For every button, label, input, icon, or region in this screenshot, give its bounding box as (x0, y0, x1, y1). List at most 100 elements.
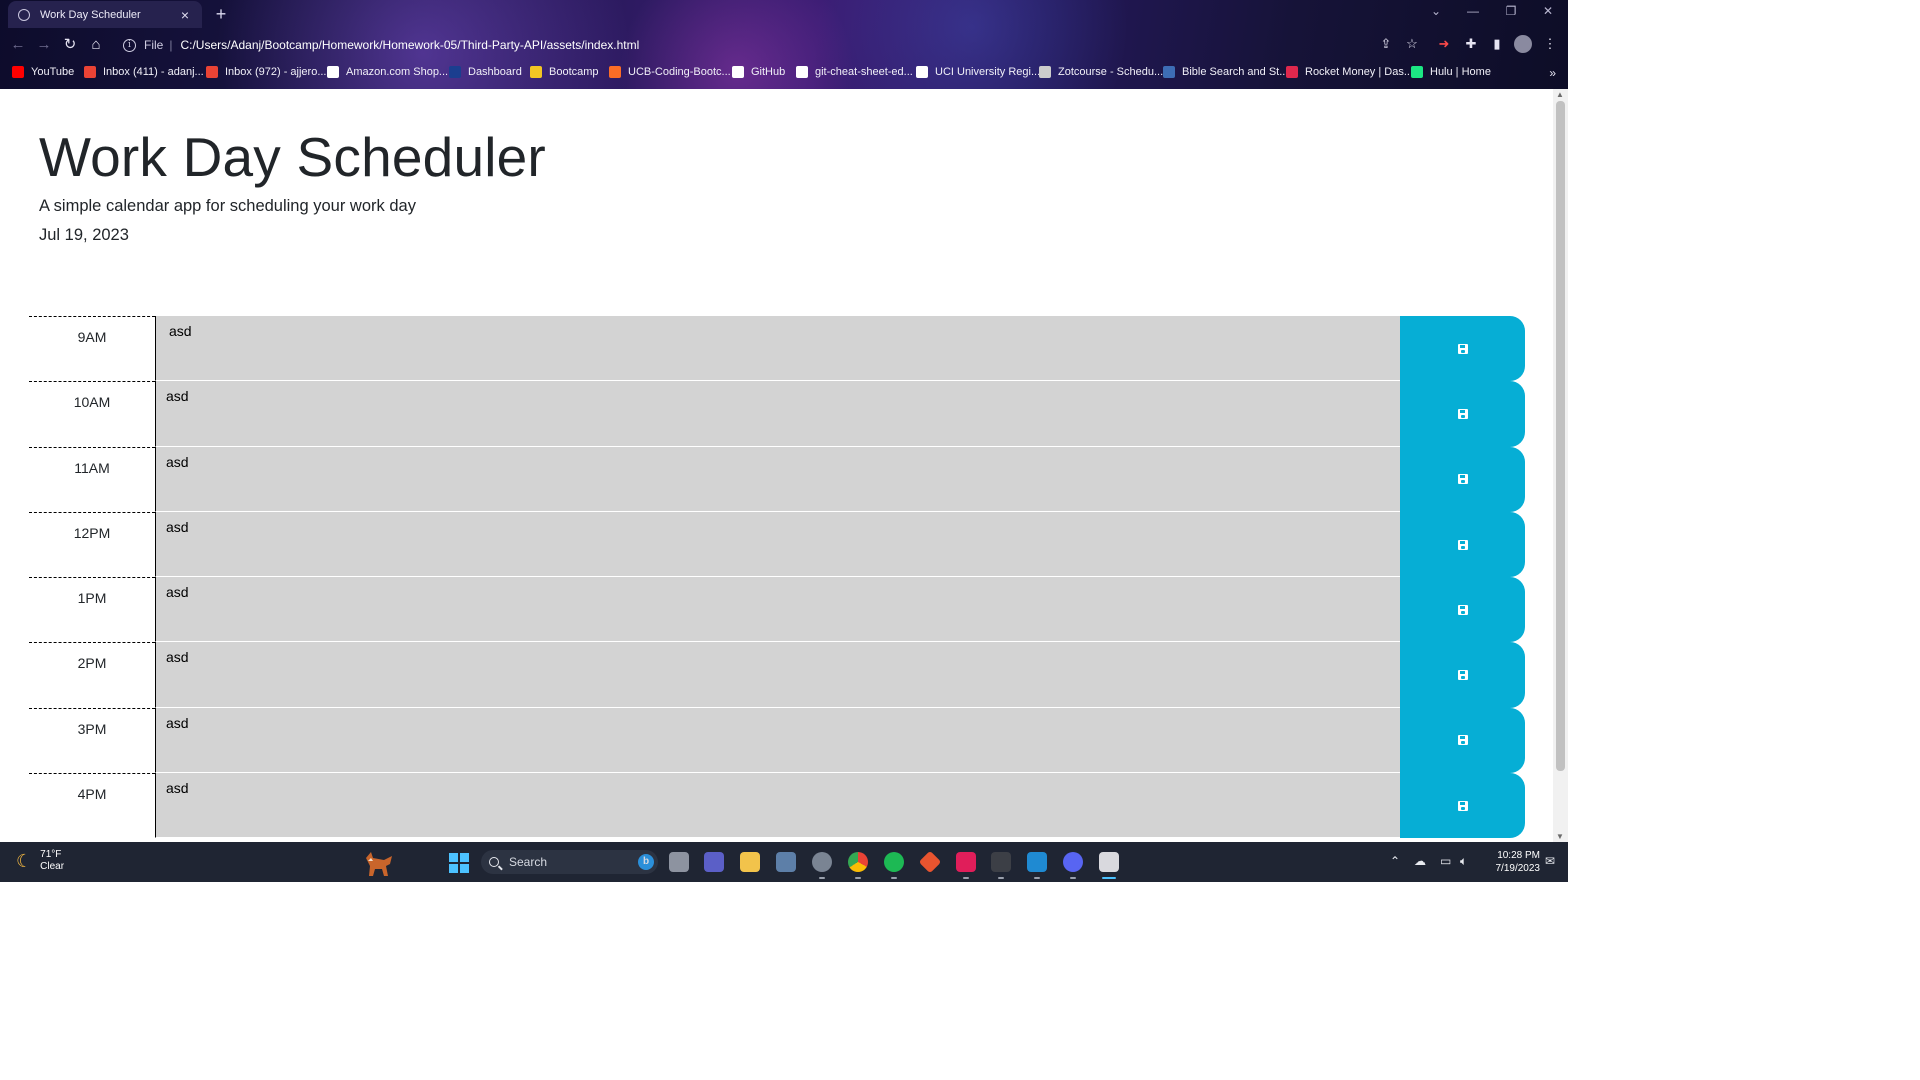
save-floppy-icon (1457, 474, 1468, 485)
reload-icon[interactable]: ↻ (60, 35, 80, 55)
scrollbar-thumb[interactable] (1556, 101, 1565, 771)
settings-gear-icon[interactable] (812, 852, 832, 879)
close-window-icon[interactable]: ✕ (1538, 4, 1558, 18)
chevron-up-icon[interactable]: ⌃ (1390, 854, 1400, 868)
current-date: Jul 19, 2023 (39, 226, 129, 244)
bookmark-favicon-icon (449, 66, 461, 78)
windows-start-icon[interactable] (449, 853, 469, 873)
browser-tab[interactable]: Work Day Scheduler × (8, 1, 202, 28)
bookmark-item[interactable]: Inbox (411) - adanj... (84, 66, 204, 78)
vscode-icon[interactable] (1027, 852, 1047, 879)
bing-icon[interactable]: b (638, 854, 654, 870)
onedrive-cloud-icon[interactable]: ☁ (1414, 854, 1426, 868)
photos-icon[interactable] (776, 852, 796, 872)
bookmark-item[interactable]: Rocket Money | Das... (1286, 66, 1413, 78)
save-button[interactable] (1400, 316, 1525, 382)
scroll-up-icon[interactable]: ▲ (1556, 90, 1564, 99)
clock-time: 10:28 PM (1497, 850, 1540, 861)
back-arrow-icon[interactable]: ← (8, 35, 28, 55)
save-button[interactable] (1400, 642, 1525, 708)
description-textarea[interactable]: asd (155, 642, 1401, 708)
bookmark-item[interactable]: Bootcamp (530, 66, 599, 78)
volume-icon[interactable]: 🔈︎ (1460, 854, 1467, 869)
bookmark-label: Dashboard (468, 66, 522, 78)
star-icon[interactable]: ☆ (1403, 35, 1421, 53)
address-url[interactable]: C:/Users/Adanj/Bootcamp/Homework/Homewor… (180, 38, 639, 52)
bookmark-item[interactable]: Inbox (972) - ajjero... (206, 66, 327, 78)
time-block-row: 12PM asd (29, 511, 1525, 578)
home-icon[interactable]: ⌂ (86, 35, 106, 55)
time-block-row: 9AM asd (29, 316, 1525, 382)
teams-chat-icon[interactable] (704, 852, 724, 872)
save-button[interactable] (1400, 511, 1525, 578)
spotify-icon[interactable] (884, 852, 904, 879)
bookmark-favicon-icon (84, 66, 96, 78)
bookmark-item[interactable]: Zotcourse - Schedu... (1039, 66, 1163, 78)
bookmark-item[interactable]: UCI University Regi... (916, 66, 1040, 78)
share-icon[interactable]: ⇪ (1377, 35, 1395, 53)
bookmark-item[interactable]: Amazon.com Shop... (327, 66, 448, 78)
close-tab-icon[interactable]: × (178, 7, 192, 23)
address-bar[interactable]: i File | C:/Users/Adanj/Bootcamp/Homewor… (114, 33, 1436, 57)
chrome-icon[interactable] (848, 852, 868, 879)
hour-label: 12PM (29, 511, 155, 577)
bookmark-label: YouTube (31, 66, 75, 78)
save-button[interactable] (1400, 577, 1525, 643)
save-button[interactable] (1400, 446, 1525, 512)
info-icon[interactable]: i (123, 38, 136, 52)
more-bookmarks-icon[interactable]: » (1549, 66, 1556, 80)
slack-icon[interactable] (956, 852, 976, 879)
git-icon[interactable] (918, 850, 942, 874)
hour-label: 10AM (29, 381, 155, 446)
forward-arrow-icon[interactable]: → (34, 35, 54, 55)
discord-icon[interactable] (1063, 852, 1083, 879)
vertical-scrollbar[interactable]: ▲ ▼ (1553, 89, 1568, 842)
save-button[interactable] (1400, 381, 1525, 447)
description-textarea[interactable]: asd (155, 381, 1401, 447)
description-textarea[interactable]: asd (155, 707, 1401, 774)
description-textarea[interactable]: asd (155, 446, 1401, 512)
network-icon[interactable]: ▭ (1440, 854, 1451, 868)
kebab-menu-icon[interactable]: ⋮ (1541, 35, 1559, 53)
new-tab-button[interactable]: + (212, 4, 230, 25)
description-textarea[interactable]: asd (155, 511, 1401, 578)
save-button[interactable] (1400, 707, 1525, 774)
chevron-down-icon[interactable]: ⌄ (1426, 4, 1446, 18)
hour-label: 1PM (29, 577, 155, 642)
bookmark-item[interactable]: Hulu | Home (1411, 66, 1491, 78)
task-view-icon[interactable] (669, 852, 689, 872)
bookmark-label: Bible Search and St... (1182, 66, 1289, 78)
side-panel-icon[interactable]: ▮ (1488, 35, 1506, 53)
description-textarea[interactable]: asd (155, 773, 1401, 839)
bookmark-item[interactable]: UCB-Coding-Bootc... (609, 66, 731, 78)
page-title: Work Day Scheduler (39, 126, 546, 188)
bookmark-item[interactable]: Bible Search and St... (1163, 66, 1288, 78)
bookmark-favicon-icon (732, 66, 744, 78)
terminal-icon[interactable] (991, 852, 1011, 879)
weather-widget[interactable]: ☾ 71°F Clear (16, 849, 64, 873)
scroll-down-icon[interactable]: ▼ (1556, 832, 1564, 841)
time-block-row: 1PM asd (29, 577, 1525, 643)
weather-condition: Clear (40, 861, 65, 872)
bookmark-label: git-cheat-sheet-ed... (815, 66, 913, 78)
time-block-row: 2PM asd (29, 642, 1525, 708)
bookmark-item[interactable]: GitHub (732, 66, 785, 78)
file-explorer-icon[interactable] (740, 852, 760, 872)
taskbar-search[interactable]: Search b (481, 850, 658, 874)
minimize-icon[interactable]: — (1463, 4, 1483, 18)
bookmark-item[interactable]: Dashboard (449, 66, 522, 78)
bookmark-item[interactable]: YouTube (12, 66, 74, 78)
snipping-tool-icon[interactable] (1099, 852, 1119, 879)
extension-arrow-icon[interactable]: ➜ (1435, 35, 1453, 53)
bookmark-item[interactable]: git-cheat-sheet-ed... (796, 66, 913, 78)
puzzle-icon[interactable]: ✚ (1462, 35, 1480, 53)
notification-icon[interactable]: ✉ (1545, 854, 1555, 868)
system-clock[interactable]: 10:28 PM 7/19/2023 (1480, 849, 1541, 875)
profile-avatar-icon[interactable] (1514, 35, 1532, 53)
hour-label: 4PM (29, 773, 155, 838)
restore-icon[interactable]: ❐ (1501, 4, 1521, 18)
description-textarea[interactable]: asd (155, 577, 1401, 643)
save-button[interactable] (1400, 773, 1525, 839)
description-textarea[interactable]: asd (155, 316, 1401, 382)
hour-label: 11AM (29, 446, 155, 512)
